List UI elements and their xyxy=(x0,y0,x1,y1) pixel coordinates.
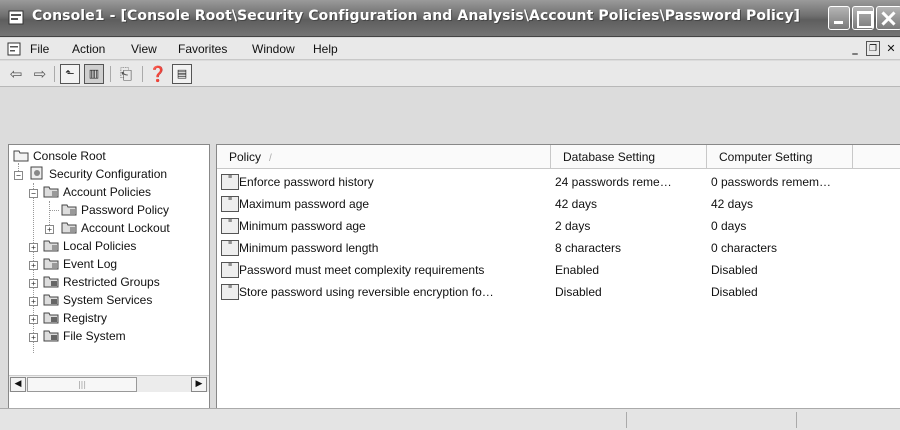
policy-setting-icon: ≡ xyxy=(221,174,239,190)
show-hide-tree-icon[interactable]: ▥ xyxy=(84,64,104,84)
expand-toggle[interactable]: + xyxy=(29,297,38,306)
policy-folder-icon xyxy=(61,204,77,216)
tree-item-password-policy[interactable]: Password Policy xyxy=(61,201,169,219)
menu-window[interactable]: Window xyxy=(252,42,295,56)
tree-item-security-configuration[interactable]: Security Configuration xyxy=(29,165,167,183)
policy-setting-icon: ≡ xyxy=(221,262,239,278)
sort-ascending-icon: / xyxy=(269,153,272,164)
list-item[interactable]: ≡ Maximum password age 42 days 42 days xyxy=(217,193,900,215)
collapse-toggle[interactable]: − xyxy=(14,171,23,180)
maximize-button[interactable] xyxy=(852,6,874,30)
status-divider xyxy=(626,412,627,428)
back-arrow-icon[interactable]: ⇦ xyxy=(6,64,26,84)
export-list-icon[interactable]: ⎗ xyxy=(116,64,136,84)
tree-horizontal-scrollbar[interactable]: ◀ ||| ▶ xyxy=(9,375,209,392)
tree-item-file-system[interactable]: File System xyxy=(43,327,126,345)
policy-setting-icon: ≡ xyxy=(221,284,239,300)
policy-setting-icon: ≡ xyxy=(221,218,239,234)
tree-item-restricted-groups[interactable]: Restricted Groups xyxy=(43,273,160,291)
scroll-left-icon[interactable]: ◀ xyxy=(10,377,26,392)
menu-help[interactable]: Help xyxy=(313,42,338,56)
scroll-right-icon[interactable]: ▶ xyxy=(191,377,207,392)
policy-folder-icon xyxy=(43,186,59,198)
list-item[interactable]: ≡ Enforce password history 24 passwords … xyxy=(217,171,900,193)
expand-toggle[interactable]: + xyxy=(29,243,38,252)
tree-item-console-root[interactable]: Console Root xyxy=(13,147,106,165)
child-minimize-button[interactable]: _ xyxy=(848,41,862,56)
window-title: Console1 - [Console Root\Security Config… xyxy=(32,8,801,24)
child-close-button[interactable]: ✕ xyxy=(884,41,898,56)
status-bar xyxy=(0,408,900,430)
policy-setting-icon: ≡ xyxy=(221,240,239,256)
menu-file[interactable]: File xyxy=(30,42,49,56)
locked-folder-icon xyxy=(43,276,59,288)
locked-folder-icon xyxy=(43,312,59,324)
scroll-thumb[interactable]: ||| xyxy=(27,377,137,392)
toolbar: ⇦ ⇨ ⬑ ▥ ⎗ ❓ ▤ xyxy=(0,61,900,87)
child-restore-button[interactable]: ❐ xyxy=(866,41,880,56)
mmc-console-icon xyxy=(8,10,24,25)
tree-item-account-policies[interactable]: Account Policies xyxy=(43,183,151,201)
list-item[interactable]: ≡ Store password using reversible encryp… xyxy=(217,281,900,303)
menu-view[interactable]: View xyxy=(131,42,157,56)
close-button[interactable] xyxy=(876,6,900,30)
console-tree[interactable]: Console Root − Security Configuration − … xyxy=(8,144,210,430)
menu-action[interactable]: Action xyxy=(72,42,105,56)
column-header-database-setting[interactable]: Database Setting xyxy=(551,145,707,169)
up-one-level-icon[interactable]: ⬑ xyxy=(60,64,80,84)
minimize-button[interactable] xyxy=(828,6,850,30)
column-header-policy[interactable]: Policy / xyxy=(217,145,551,169)
tree-item-account-lockout[interactable]: Account Lockout xyxy=(61,219,170,237)
forward-arrow-icon[interactable]: ⇨ xyxy=(30,64,50,84)
list-item[interactable]: ≡ Minimum password length 8 characters 0… xyxy=(217,237,900,259)
list-item[interactable]: ≡ Minimum password age 2 days 0 days xyxy=(217,215,900,237)
expand-toggle[interactable]: + xyxy=(29,279,38,288)
policy-setting-icon: ≡ xyxy=(221,196,239,212)
title-bar[interactable]: Console1 - [Console Root\Security Config… xyxy=(0,0,900,37)
column-header-computer-setting[interactable]: Computer Setting xyxy=(707,145,853,169)
policy-folder-icon xyxy=(61,222,77,234)
expand-toggle[interactable]: + xyxy=(29,261,38,270)
tree-item-event-log[interactable]: Event Log xyxy=(43,255,117,273)
help-icon[interactable]: ❓ xyxy=(148,64,168,84)
expand-toggle[interactable]: + xyxy=(29,333,38,342)
policy-folder-icon xyxy=(43,258,59,270)
expand-toggle[interactable]: + xyxy=(29,315,38,324)
details-list[interactable]: Policy / Database Setting Computer Settin… xyxy=(216,144,900,430)
expand-toggle[interactable]: + xyxy=(45,225,54,234)
tree-item-registry[interactable]: Registry xyxy=(43,309,107,327)
policy-folder-icon xyxy=(43,240,59,252)
status-divider xyxy=(796,412,797,428)
tree-item-system-services[interactable]: System Services xyxy=(43,291,152,309)
tree-item-local-policies[interactable]: Local Policies xyxy=(43,237,136,255)
locked-folder-icon xyxy=(43,294,59,306)
description-bar-icon[interactable]: ▤ xyxy=(172,64,192,84)
folder-icon xyxy=(13,150,29,162)
menu-favorites[interactable]: Favorites xyxy=(178,42,227,56)
collapse-toggle[interactable]: − xyxy=(29,189,38,198)
menu-bar: File Action View Favorites Window Help _… xyxy=(0,38,900,60)
security-config-icon xyxy=(30,166,43,180)
document-window-icon[interactable] xyxy=(7,41,23,57)
column-header-filler xyxy=(853,145,900,169)
locked-folder-icon xyxy=(43,330,59,342)
list-item[interactable]: ≡ Password must meet complexity requirem… xyxy=(217,259,900,281)
